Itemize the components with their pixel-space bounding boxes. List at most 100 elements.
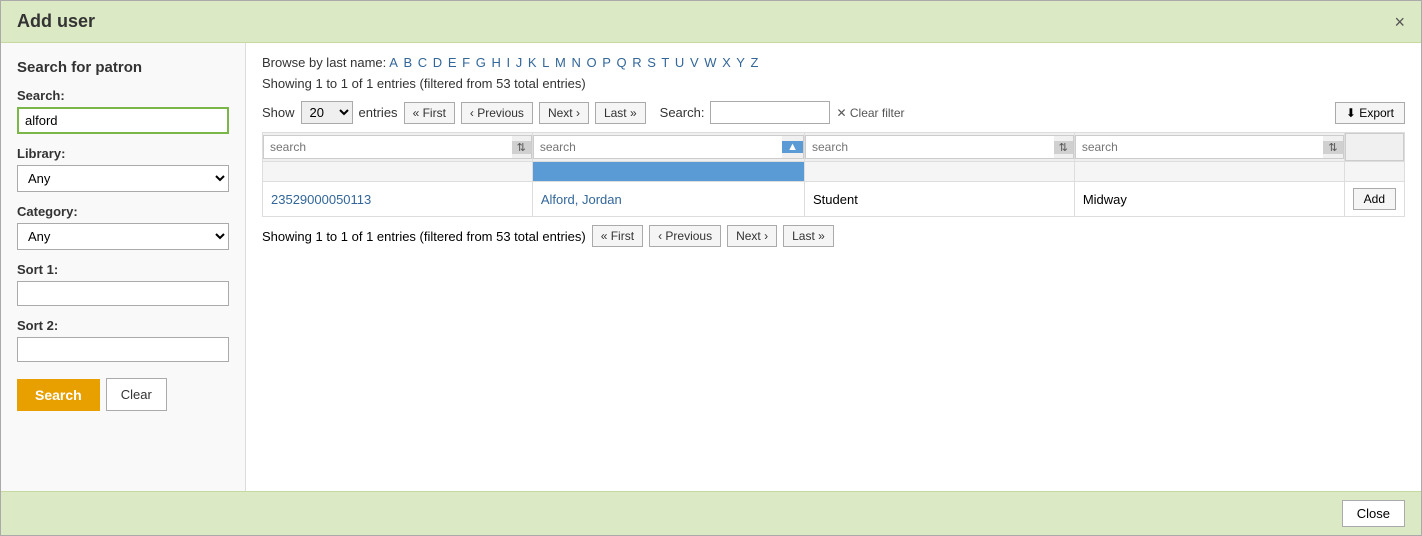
col-header-library: ⇅ <box>1074 133 1344 162</box>
category-field-group: Category: Any <box>17 204 229 250</box>
browse-by-lastname-row: Browse by last name: A B C D E F G H I J… <box>262 55 1405 70</box>
alpha-link-f[interactable]: F <box>462 55 470 70</box>
first-button-top[interactable]: « First <box>404 102 455 124</box>
col-header-name: ▲ <box>532 133 804 162</box>
alpha-link-h[interactable]: H <box>491 55 500 70</box>
add-patron-button[interactable]: Add <box>1353 188 1396 210</box>
modal-body: Search for patron Search: Library: Any C… <box>1 43 1421 491</box>
library-label: Library: <box>17 146 229 161</box>
alpha-link-x[interactable]: X <box>722 55 731 70</box>
right-panel: Browse by last name: A B C D E F G H I J… <box>246 43 1421 491</box>
modal-title: Add user <box>17 11 95 32</box>
entries-label: entries <box>359 105 398 120</box>
alpha-link-c[interactable]: C <box>418 55 427 70</box>
search-button[interactable]: Search <box>17 379 100 411</box>
col-header-category: ⇅ <box>805 133 1075 162</box>
category-select[interactable]: Any <box>17 223 229 250</box>
alpha-link-g[interactable]: G <box>476 55 486 70</box>
col-sort-barcode[interactable]: ⇅ <box>512 141 531 154</box>
search-for-patron-heading: Search for patron <box>17 59 229 76</box>
modal-dialog: Add user × Search for patron Search: Lib… <box>0 0 1422 536</box>
col-search-library[interactable] <box>1076 136 1324 158</box>
entries-select[interactable]: 10 20 25 50 100 <box>301 101 353 124</box>
table-search-label: Search: <box>660 105 705 120</box>
table-controls-top: Show 10 20 25 50 100 entries « First ‹ P… <box>262 101 1405 124</box>
alpha-link-p[interactable]: P <box>602 55 611 70</box>
col-sort-category[interactable]: ⇅ <box>1054 141 1073 154</box>
sort1-label: Sort 1: <box>17 262 229 277</box>
alpha-link-v[interactable]: V <box>690 55 699 70</box>
table-row: 23529000050113 Alford, Jordan Student Mi… <box>263 182 1405 217</box>
barcode-link[interactable]: 23529000050113 <box>271 192 371 207</box>
cell-barcode: 23529000050113 <box>263 182 533 217</box>
clear-filter-button[interactable]: ✕ Clear filter <box>836 106 904 120</box>
last-button-bottom[interactable]: Last » <box>783 225 834 247</box>
col-search-name[interactable] <box>534 136 782 158</box>
modal-close-x-button[interactable]: × <box>1394 13 1405 31</box>
alpha-link-u[interactable]: U <box>675 55 684 70</box>
patron-name-link[interactable]: Alford, Jordan <box>541 192 622 207</box>
next-button-top[interactable]: Next › <box>539 102 589 124</box>
patron-table: ⇅ ▲ ⇅ <box>262 132 1405 217</box>
alpha-link-b[interactable]: B <box>403 55 412 70</box>
alpha-link-d[interactable]: D <box>433 55 442 70</box>
col-sort-name[interactable]: ▲ <box>782 141 803 153</box>
first-button-bottom[interactable]: « First <box>592 225 643 247</box>
cell-name: Alford, Jordan <box>532 182 804 217</box>
action-buttons-row: Search Clear <box>17 378 229 411</box>
search-field-group: Search: <box>17 88 229 134</box>
cell-add: Add <box>1344 182 1404 217</box>
next-button-bottom[interactable]: Next › <box>727 225 777 247</box>
library-field-group: Library: Any <box>17 146 229 192</box>
col-sort-library[interactable]: ⇅ <box>1323 141 1342 154</box>
table-sort-row <box>263 162 1405 182</box>
alpha-link-s[interactable]: S <box>647 55 656 70</box>
alpha-link-t[interactable]: T <box>661 55 669 70</box>
alpha-link-j[interactable]: J <box>516 55 523 70</box>
sort2-input[interactable] <box>17 337 229 362</box>
sort2-label: Sort 2: <box>17 318 229 333</box>
table-col-search-row: ⇅ ▲ ⇅ <box>263 133 1405 162</box>
category-value: Student <box>813 192 858 207</box>
category-label: Category: <box>17 204 229 219</box>
sort1-field-group: Sort 1: <box>17 262 229 306</box>
alpha-link-m[interactable]: M <box>555 55 566 70</box>
library-select[interactable]: Any <box>17 165 229 192</box>
close-modal-button[interactable]: Close <box>1342 500 1405 527</box>
alpha-link-y[interactable]: Y <box>736 55 745 70</box>
library-value: Midway <box>1083 192 1127 207</box>
left-panel: Search for patron Search: Library: Any C… <box>1 43 246 491</box>
alpha-link-r[interactable]: R <box>632 55 641 70</box>
sort2-field-group: Sort 2: <box>17 318 229 362</box>
col-header-barcode: ⇅ <box>263 133 533 162</box>
modal-header: Add user × <box>1 1 1421 43</box>
alpha-link-n[interactable]: N <box>571 55 580 70</box>
cell-library: Midway <box>1074 182 1344 217</box>
alpha-link-o[interactable]: O <box>586 55 596 70</box>
search-input[interactable] <box>17 107 229 134</box>
search-label: Search: <box>17 88 229 103</box>
alpha-link-k[interactable]: K <box>528 55 537 70</box>
last-button-top[interactable]: Last » <box>595 102 646 124</box>
cell-category: Student <box>805 182 1075 217</box>
showing-text-bottom: Showing 1 to 1 of 1 entries (filtered fr… <box>262 229 586 244</box>
show-label: Show <box>262 105 295 120</box>
previous-button-bottom[interactable]: ‹ Previous <box>649 225 721 247</box>
alpha-link-q[interactable]: Q <box>617 55 627 70</box>
browse-label: Browse by last name: <box>262 55 386 70</box>
showing-text-top: Showing 1 to 1 of 1 entries (filtered fr… <box>262 76 1405 91</box>
col-search-barcode[interactable] <box>264 136 512 158</box>
alpha-link-z[interactable]: Z <box>751 55 759 70</box>
alpha-link-l[interactable]: L <box>542 55 549 70</box>
col-search-category[interactable] <box>806 136 1054 158</box>
table-controls-bottom: Showing 1 to 1 of 1 entries (filtered fr… <box>262 225 1405 247</box>
alpha-link-i[interactable]: I <box>506 55 510 70</box>
table-search-input[interactable] <box>710 101 830 124</box>
alpha-link-w[interactable]: W <box>704 55 716 70</box>
alpha-link-a[interactable]: A <box>389 55 398 70</box>
alpha-link-e[interactable]: E <box>448 55 457 70</box>
previous-button-top[interactable]: ‹ Previous <box>461 102 533 124</box>
export-button[interactable]: ⬇ Export <box>1335 102 1405 124</box>
sort1-input[interactable] <box>17 281 229 306</box>
clear-button[interactable]: Clear <box>106 378 167 411</box>
